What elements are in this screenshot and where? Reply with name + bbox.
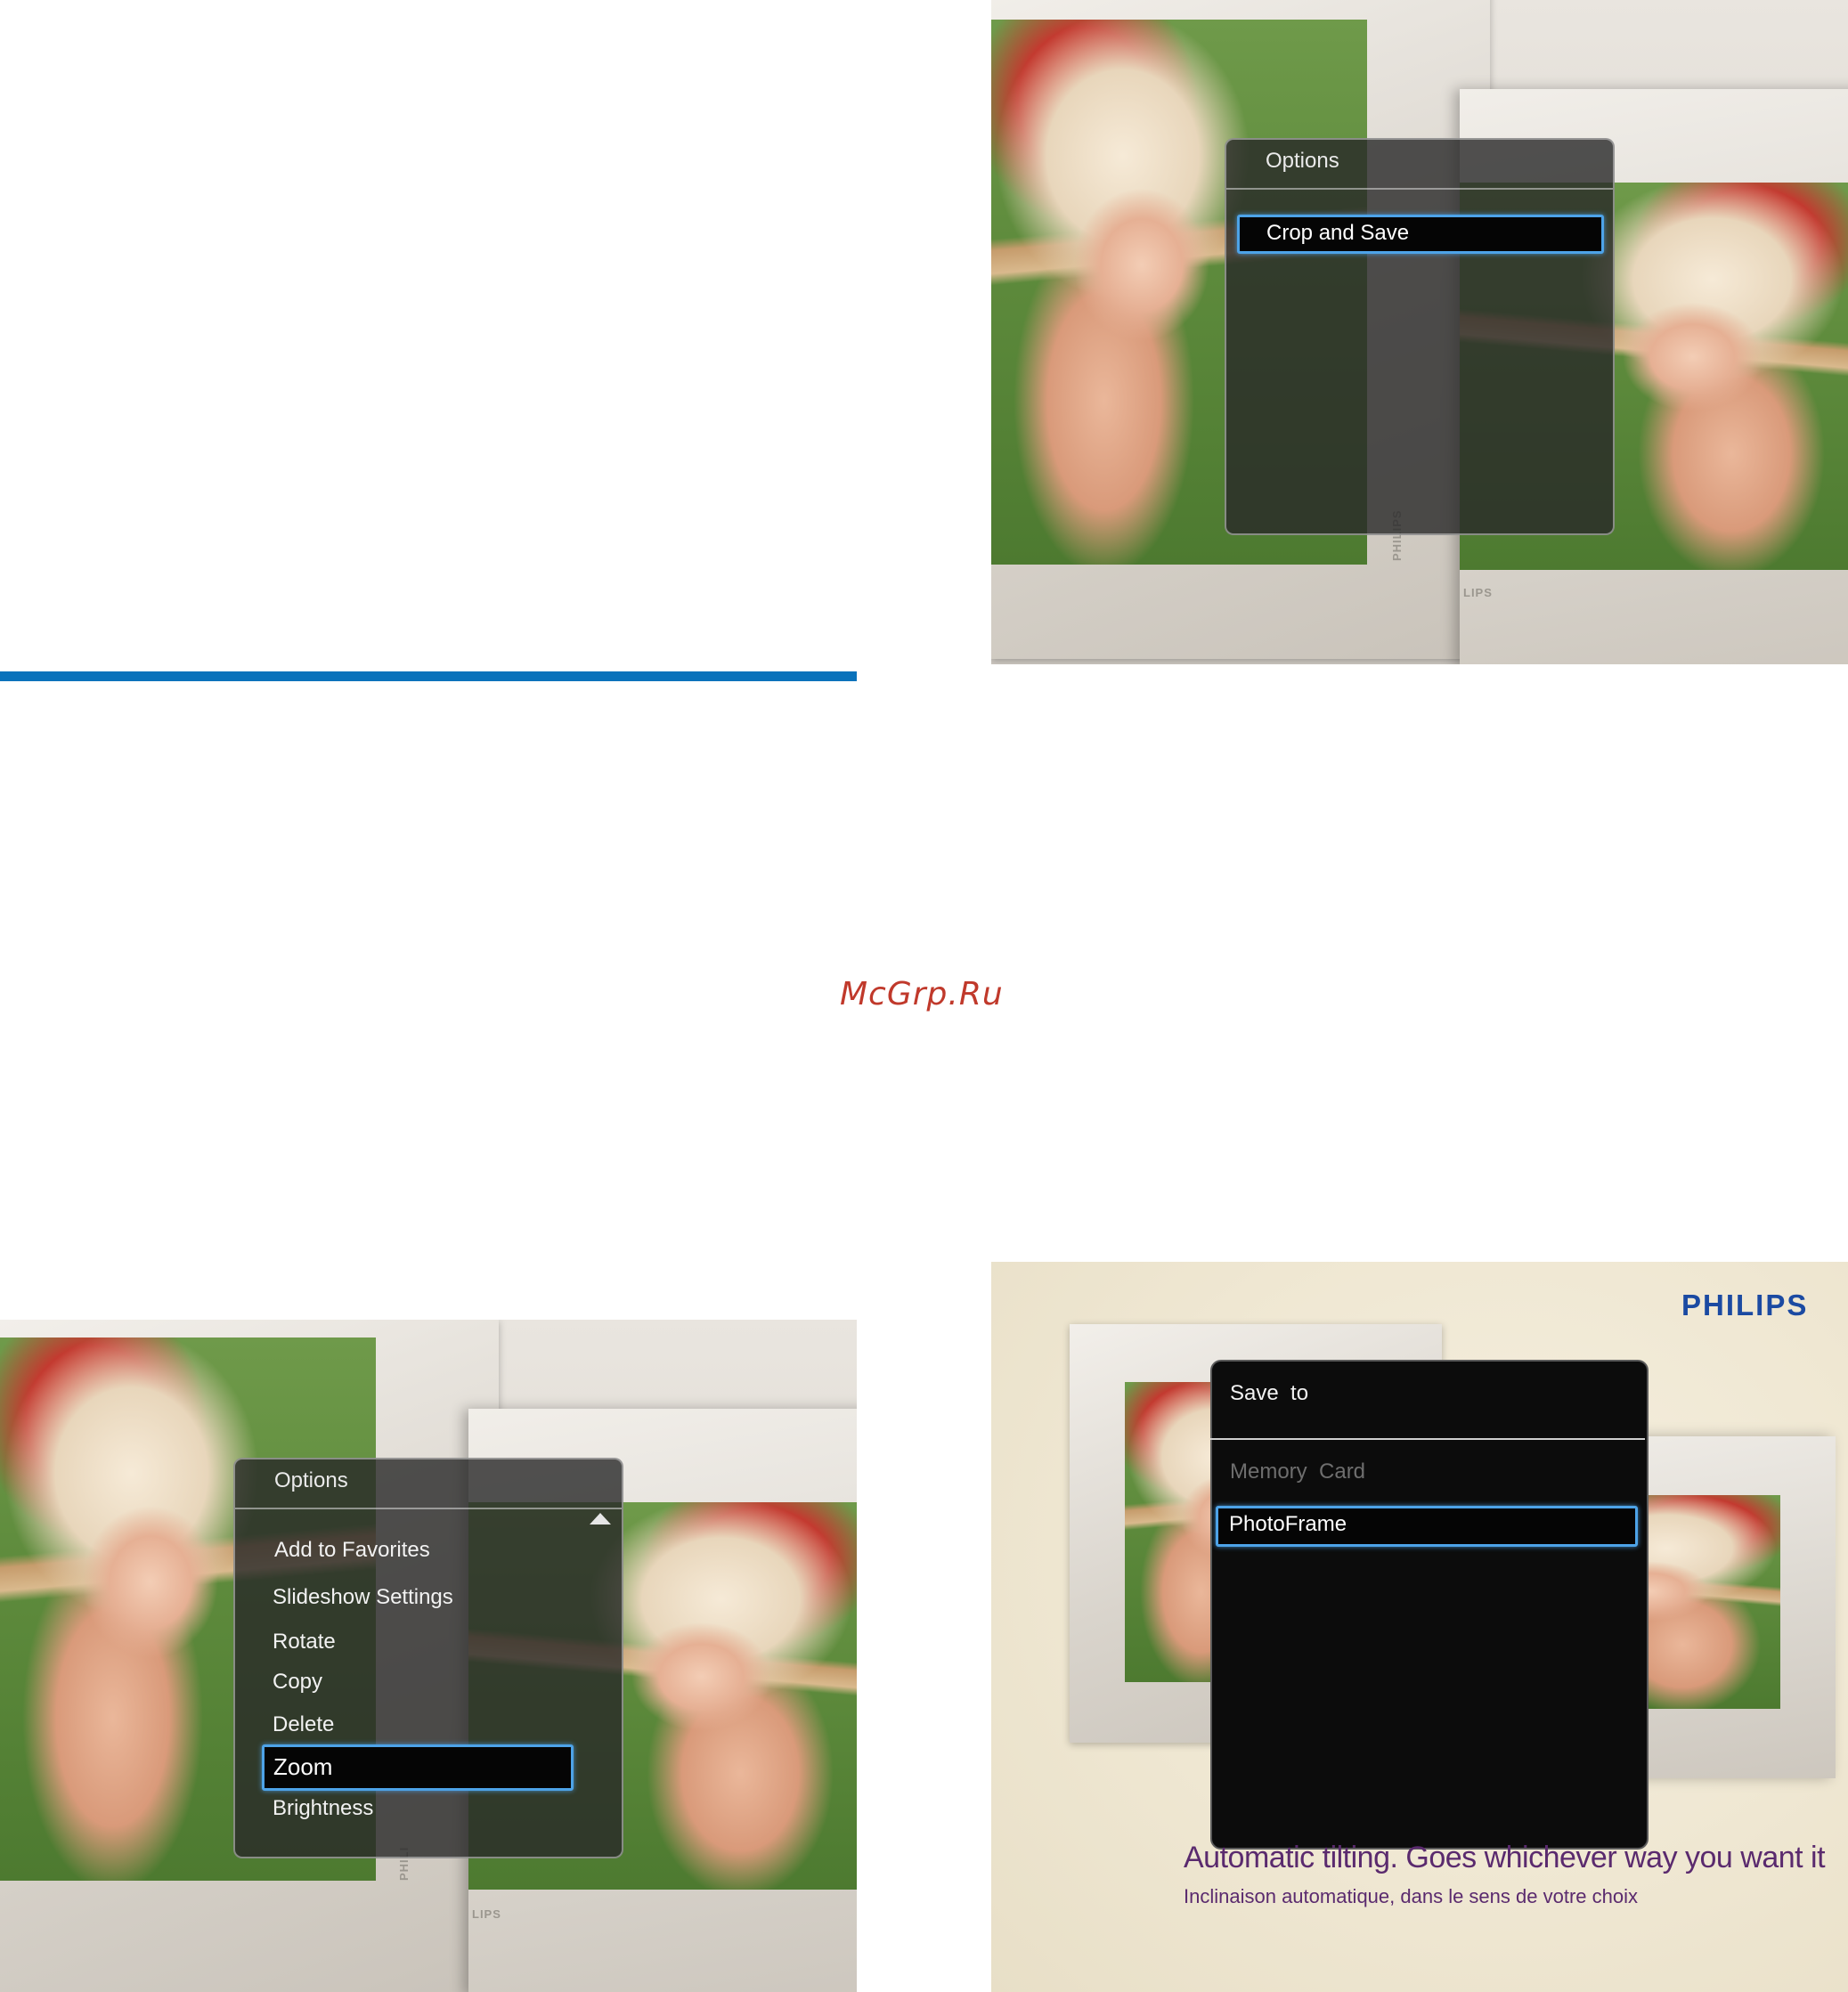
- watermark-text: McGrp.Ru: [840, 976, 1004, 1012]
- menu-item-copy[interactable]: Copy: [273, 1670, 322, 1695]
- save-to-screenshot: PHILIPS Save to Memory Card PhotoFrame A…: [991, 1262, 1848, 1992]
- brand-label-fragment: LIPS: [472, 1907, 501, 1921]
- save-to-menu: Save to Memory Card PhotoFrame: [1210, 1360, 1645, 1846]
- menu-item-slideshow-settings[interactable]: Slideshow Settings: [273, 1585, 453, 1610]
- menu-title: Options: [274, 1468, 348, 1492]
- menu-item-brightness[interactable]: Brightness: [273, 1796, 373, 1821]
- menu-item-crop-and-save[interactable]: Crop and Save: [1237, 215, 1604, 254]
- menu-item-zoom[interactable]: Zoom: [262, 1744, 574, 1791]
- scroll-up-icon[interactable]: [590, 1513, 611, 1524]
- menu-item-photoframe[interactable]: PhotoFrame: [1216, 1506, 1638, 1547]
- menu-divider: [235, 1508, 622, 1509]
- tagline-french: Inclinaison automatique, dans le sens de…: [1184, 1885, 1638, 1907]
- brand-label-fragment: LIPS: [1463, 586, 1493, 599]
- tagline-english: Automatic tilting. Goes whichever way yo…: [1184, 1841, 1826, 1874]
- menu-item-delete[interactable]: Delete: [273, 1712, 334, 1737]
- menu-divider: [1226, 188, 1613, 190]
- crop-save-screenshot: PHILIPS LIPS Options Crop and Save: [991, 0, 1848, 664]
- menu-item-add-to-favorites[interactable]: Add to Favorites: [274, 1538, 430, 1563]
- menu-title: Options: [1266, 149, 1339, 173]
- menu-item-rotate[interactable]: Rotate: [273, 1630, 336, 1655]
- philips-logo: PHILIPS: [1681, 1289, 1809, 1321]
- dialog-divider: [1210, 1438, 1645, 1440]
- dialog-title: Save to: [1230, 1381, 1309, 1405]
- options-menu: Options Add to Favorites Slideshow Setti…: [233, 1458, 623, 1858]
- options-menu: Options Crop and Save: [1225, 138, 1615, 535]
- menu-item-memory-card: Memory Card: [1230, 1459, 1366, 1484]
- options-screenshot: PHILI LIPS Options Add to Favorites Slid…: [0, 1320, 857, 1992]
- section-divider: [0, 671, 857, 681]
